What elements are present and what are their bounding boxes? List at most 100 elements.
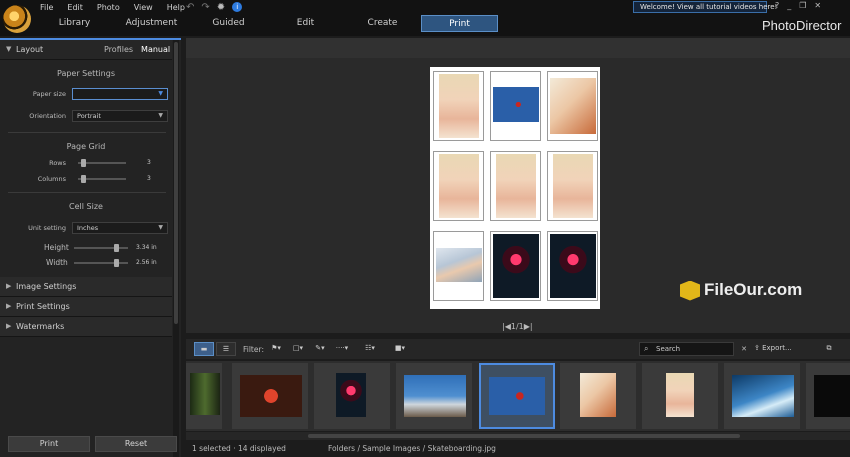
print-cell[interactable] xyxy=(490,151,541,221)
scrollbar-thumb[interactable] xyxy=(174,42,178,324)
print-cell[interactable] xyxy=(433,231,484,301)
rating-filter-icon[interactable]: □▾ xyxy=(288,342,308,356)
thumbnail[interactable] xyxy=(806,363,850,429)
reset-button[interactable]: Reset xyxy=(95,436,177,452)
print-cell[interactable] xyxy=(547,71,598,141)
divider xyxy=(8,192,166,193)
clear-search-icon[interactable]: ✕ xyxy=(741,343,747,355)
thumbnail[interactable] xyxy=(232,363,308,429)
portrait-photo xyxy=(553,154,593,218)
undo-icon[interactable]: ↶ xyxy=(186,2,194,13)
sort-icon[interactable]: ☷▾ xyxy=(360,342,380,356)
print-settings-section[interactable]: ▶ Print Settings xyxy=(0,297,172,317)
photodirector-logo-icon xyxy=(3,5,31,33)
subtab-manual[interactable]: Manual xyxy=(141,40,170,59)
redo-icon[interactable]: ↷ xyxy=(201,2,209,13)
height-slider-handle[interactable] xyxy=(114,244,119,252)
print-cell[interactable] xyxy=(433,151,484,221)
expand-arrow-icon: ▼ xyxy=(6,45,12,53)
thumbnail-image xyxy=(240,375,302,417)
print-button[interactable]: Print xyxy=(8,436,90,452)
paper-size-dropdown[interactable]: ▼ xyxy=(72,88,168,100)
menu-help[interactable]: Help xyxy=(167,3,185,12)
popout-icon[interactable]: ⧉ xyxy=(820,342,838,356)
image-settings-section[interactable]: ▶ Image Settings xyxy=(0,277,172,297)
left-panel-scrollbar[interactable] xyxy=(173,40,179,457)
chevron-down-icon: ▼ xyxy=(158,224,163,231)
chevron-down-icon: ▼ xyxy=(158,112,163,119)
rows-slider-handle[interactable] xyxy=(81,159,86,167)
tab-library[interactable]: Library xyxy=(36,15,113,32)
help-icon[interactable]: ? xyxy=(775,1,779,10)
menu-view[interactable]: View xyxy=(134,3,153,12)
columns-value: 3 xyxy=(147,175,151,182)
watermark-text: FileOur.com xyxy=(704,280,803,299)
notification-icon[interactable]: i xyxy=(232,2,243,12)
tab-print[interactable]: Print xyxy=(421,15,498,32)
tab-edit[interactable]: Edit xyxy=(267,15,344,32)
thumbnail-selected[interactable] xyxy=(479,363,555,429)
preview-header xyxy=(186,38,850,58)
menu-file[interactable]: File xyxy=(40,3,53,12)
thumbnail[interactable] xyxy=(642,363,718,429)
unit-setting-dropdown[interactable]: Inches ▼ xyxy=(72,222,168,234)
filmstrip-scrollbar[interactable] xyxy=(186,432,850,440)
display-options-icon[interactable]: ■▾ xyxy=(390,342,410,356)
search-placeholder: Search xyxy=(656,345,681,353)
width-slider[interactable] xyxy=(74,259,128,267)
print-cell[interactable] xyxy=(490,71,541,141)
orientation-label: Orientation xyxy=(29,112,66,120)
welcome-banner[interactable]: Welcome! View all tutorial videos here! xyxy=(633,1,777,13)
more-filter-icon[interactable]: ····▾ xyxy=(332,342,352,356)
expand-arrow-icon: ▶ xyxy=(6,322,12,330)
print-cell[interactable] xyxy=(433,71,484,141)
filmstrip xyxy=(186,361,850,431)
height-slider[interactable] xyxy=(74,244,128,252)
print-cell[interactable] xyxy=(547,231,598,301)
columns-slider-handle[interactable] xyxy=(81,175,86,183)
thumbnail[interactable] xyxy=(396,363,472,429)
window-controls: ? _ ❐ ✕ xyxy=(775,1,821,10)
print-cell[interactable] xyxy=(547,151,598,221)
menu-edit[interactable]: Edit xyxy=(67,3,83,12)
tab-create[interactable]: Create xyxy=(344,15,421,32)
cell-size-title: Cell Size xyxy=(69,202,103,211)
scrollbar-thumb[interactable] xyxy=(308,434,740,438)
portrait-photo xyxy=(439,154,479,218)
columns-slider[interactable] xyxy=(78,175,126,183)
color-label-filter-icon[interactable]: ✎▾ xyxy=(310,342,330,356)
thumbnail-image xyxy=(336,373,366,417)
filmstrip-view-icon[interactable]: ▬ xyxy=(194,342,214,356)
list-view-icon[interactable]: ☰ xyxy=(216,342,236,356)
thumbnail-image xyxy=(732,375,794,417)
thumbnail[interactable] xyxy=(724,363,800,429)
orientation-value: Portrait xyxy=(77,112,101,120)
quick-actions: ↶ ↷ ✹ i xyxy=(186,2,243,13)
width-slider-handle[interactable] xyxy=(114,259,119,267)
export-button[interactable]: ⇪ Export... xyxy=(754,342,810,356)
site-watermark: FileOur.com xyxy=(680,280,802,301)
rows-slider[interactable] xyxy=(78,159,126,167)
layout-section-header[interactable]: ▼ Layout Profiles Manual xyxy=(0,40,172,60)
print-cell[interactable] xyxy=(490,231,541,301)
orientation-dropdown[interactable]: Portrait ▼ xyxy=(72,110,168,122)
minimize-icon[interactable]: _ xyxy=(787,1,791,10)
paper-settings-title: Paper Settings xyxy=(56,69,115,78)
flag-filter-icon[interactable]: ⚑▾ xyxy=(266,342,286,356)
rows-label: Rows xyxy=(49,159,66,167)
subtab-profiles[interactable]: Profiles xyxy=(104,40,133,59)
tab-adjustment[interactable]: Adjustment xyxy=(113,15,190,32)
page-navigator[interactable]: |◀1/1▶| xyxy=(502,322,533,331)
gear-icon[interactable]: ✹ xyxy=(217,2,225,13)
watermarks-section[interactable]: ▶ Watermarks xyxy=(0,317,172,337)
thumbnail[interactable] xyxy=(314,363,390,429)
close-icon[interactable]: ✕ xyxy=(814,1,821,10)
thumbnail[interactable] xyxy=(560,363,636,429)
tab-guided[interactable]: Guided xyxy=(190,15,267,32)
thumbnail[interactable] xyxy=(186,363,222,429)
image-settings-title: Image Settings xyxy=(16,282,77,291)
menu-photo[interactable]: Photo xyxy=(97,3,120,12)
restore-icon[interactable]: ❐ xyxy=(799,1,806,10)
search-input[interactable]: ⌕ Search ✕ xyxy=(639,342,747,356)
paper-size-label: Paper size xyxy=(32,90,66,98)
